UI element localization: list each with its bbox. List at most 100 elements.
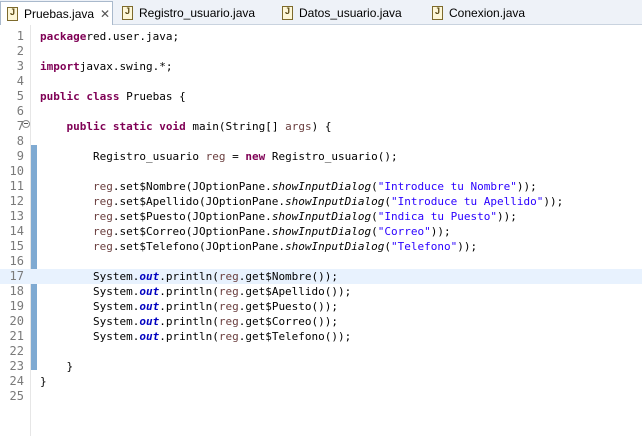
code-text: importjavax.swing.*; [40, 59, 172, 74]
tab-datos-usuario[interactable]: Datos_usuario.java [282, 2, 402, 24]
code-line[interactable]: 11 reg.set$Nombre(JOptionPane.showInputD… [0, 179, 642, 194]
line-number: 6 [16, 104, 24, 118]
code-line[interactable]: 16 [0, 254, 642, 269]
code-line[interactable]: 17 System.out.println(reg.get$Nombre()); [0, 269, 642, 284]
code-token: out [139, 300, 160, 313]
code-text: System.out.println(reg.get$Telefono()); [40, 329, 351, 344]
code-token: Pruebas { [119, 90, 186, 103]
code-token: out [139, 285, 160, 298]
editor-tab-bar: Pruebas.java ✕ Registro_usuario.java Dat… [0, 0, 642, 25]
code-token: public [40, 90, 80, 103]
line-number: 5 [16, 89, 24, 103]
code-text: } [40, 359, 73, 374]
code-line[interactable]: 1 packagered.user.java; [0, 29, 642, 44]
line-number: 15 [9, 239, 24, 253]
code-token: ( [371, 225, 378, 238]
line-number: 11 [9, 179, 24, 193]
code-editor[interactable]: 1 packagered.user.java; 2 3 importjavax.swin… [0, 25, 642, 436]
line-number: 8 [16, 134, 24, 148]
code-text: reg.set$Puesto(JOptionPane.showInputDial… [40, 209, 517, 224]
code-text: System.out.println(reg.get$Apellido()); [40, 284, 351, 299]
code-line[interactable]: 13 reg.set$Puesto(JOptionPane.showInputD… [0, 209, 642, 224]
code-token: reg [92, 210, 113, 223]
code-token: reg [92, 240, 113, 253]
java-file-icon [282, 6, 293, 20]
code-token: .get$Puesto()); [238, 300, 339, 313]
code-token: import [40, 60, 80, 73]
code-token: public [66, 120, 107, 133]
code-line[interactable]: 20 System.out.println(reg.get$Correo()); [0, 314, 642, 329]
fold-collapse-icon[interactable] [22, 120, 30, 128]
code-token: )); [543, 195, 564, 208]
code-line[interactable]: 24} [0, 374, 642, 389]
tab-label: Pruebas.java [24, 6, 95, 21]
line-number: 18 [9, 284, 24, 298]
code-token: .println( [159, 300, 219, 313]
code-token: showInputDialog [285, 195, 385, 208]
code-token: .get$Telefono()); [238, 330, 352, 343]
code-token: reg [218, 315, 239, 328]
code-line[interactable]: 3 importjavax.swing.*; [0, 59, 642, 74]
code-text: Registro_usuario reg = new Registro_usua… [40, 149, 398, 164]
code-token: "Indica tu Puesto" [377, 210, 497, 223]
code-line[interactable]: 21 System.out.println(reg.get$Telefono()… [0, 329, 642, 344]
code-token: reg [205, 150, 226, 163]
code-line[interactable]: 19 System.out.println(reg.get$Puesto()); [0, 299, 642, 314]
code-text: } [40, 374, 47, 389]
code-token: )); [457, 240, 478, 253]
close-icon[interactable]: ✕ [100, 7, 110, 21]
tab-pruebas[interactable]: Pruebas.java ✕ [0, 1, 113, 25]
code-line[interactable]: 5 public class Pruebas { [0, 89, 642, 104]
code-token: )); [516, 180, 537, 193]
code-text: reg.set$Nombre(JOptionPane.showInputDial… [40, 179, 537, 194]
code-token: reg [218, 300, 239, 313]
code-line[interactable]: 8 [0, 134, 642, 149]
code-line[interactable]: 22 [0, 344, 642, 359]
line-number: 16 [9, 254, 24, 268]
code-token: System. [40, 270, 140, 283]
code-token: Registro_usuario(); [265, 150, 398, 163]
code-token: System. [40, 330, 140, 343]
code-token: )); [497, 210, 517, 223]
code-line[interactable]: 9 Registro_usuario reg = new Registro_us… [0, 149, 642, 164]
code-token: showInputDialog [271, 180, 372, 193]
tab-registro-usuario[interactable]: Registro_usuario.java [122, 2, 255, 24]
line-number: 19 [9, 299, 24, 313]
code-text: System.out.println(reg.get$Correo()); [40, 314, 338, 329]
code-line[interactable]: 18 System.out.println(reg.get$Apellido()… [0, 284, 642, 299]
code-token: reg [218, 285, 239, 298]
code-token: .println( [159, 270, 219, 283]
line-number: 20 [9, 314, 24, 328]
code-line[interactable]: 14 reg.set$Correo(JOptionPane.showInputD… [0, 224, 642, 239]
code-token: .get$Apellido()); [238, 285, 352, 298]
code-token: .get$Correo()); [238, 315, 339, 328]
code-line[interactable]: 2 [0, 44, 642, 59]
code-token: System. [40, 300, 140, 313]
code-token: reg [218, 330, 239, 343]
code-line[interactable]: 7 public static void main(String[] args)… [0, 119, 642, 134]
line-number: 25 [9, 389, 24, 403]
code-line[interactable]: 15 reg.set$Telefono(JOptionPane.showInpu… [0, 239, 642, 254]
line-number: 7 [16, 119, 24, 133]
code-line[interactable]: 12 reg.set$Apellido(JOptionPane.showInpu… [0, 194, 642, 209]
tab-conexion[interactable]: Conexion.java [432, 2, 525, 24]
line-number: 4 [16, 74, 24, 88]
code-line[interactable]: 23 } [0, 359, 642, 374]
code-line[interactable]: 25 [0, 389, 642, 404]
line-number: 14 [9, 224, 24, 238]
code-text: reg.set$Telefono(JOptionPane.showInputDi… [40, 239, 477, 254]
code-token: "Correo" [377, 225, 431, 238]
code-line[interactable]: 4 [0, 74, 642, 89]
code-line[interactable]: 6 [0, 104, 642, 119]
code-line[interactable]: 10 [0, 164, 642, 179]
code-text: public class Pruebas { [40, 89, 186, 104]
code-token: reg [92, 180, 113, 193]
code-token: .set$Correo(JOptionPane. [112, 225, 272, 238]
code-token: package [40, 30, 87, 43]
line-number: 9 [16, 149, 24, 163]
